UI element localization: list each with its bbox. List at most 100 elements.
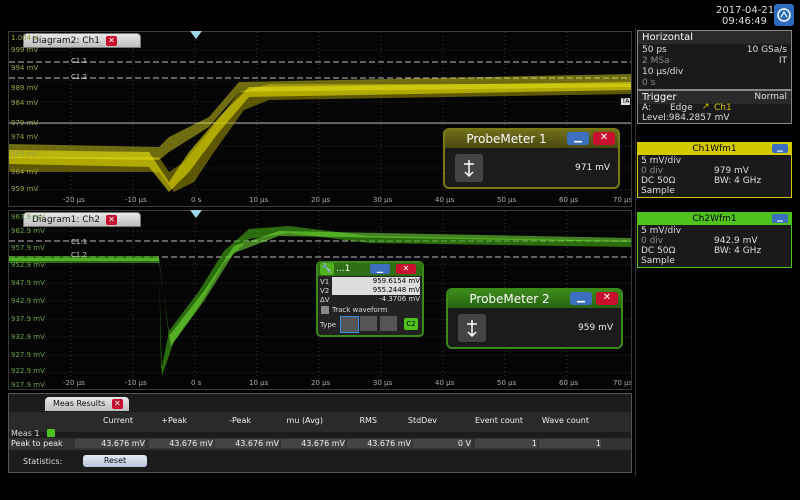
row-label: Peak to peak xyxy=(11,439,63,448)
column-header: Wave count xyxy=(541,416,589,425)
meas-results-tab[interactable]: Meas Results ✕ xyxy=(45,397,129,411)
ch1wfm-scale: 5 mV/div xyxy=(641,156,682,166)
cursor-titlebar[interactable]: 🔧 ...1 ▁ ✕ xyxy=(318,263,422,276)
ch2wfm-coupling: DC 50Ω xyxy=(641,246,676,256)
wrench-icon[interactable]: 🔧 xyxy=(320,263,334,275)
y-label: 989 mV xyxy=(11,84,39,92)
ch1wfm-titlebar[interactable]: Ch1Wfm1 ▁ xyxy=(638,143,791,155)
ch1wfm-bw: BW: 4 GHz xyxy=(714,176,762,186)
diagram1-close-icon[interactable]: ✕ xyxy=(105,215,117,225)
cell-peak-plus: 43.676 mV xyxy=(149,439,213,448)
cursor-label[interactable]: C1.2 xyxy=(71,251,87,259)
probemeter2-minimize-button[interactable]: ▁ xyxy=(570,292,592,305)
track-label: Track waveform xyxy=(332,306,388,314)
probemeter1-minimize-button[interactable]: ▁ xyxy=(567,132,589,145)
time-label: 09:46:49 xyxy=(722,16,767,27)
cell-wave-count: 1 xyxy=(539,439,601,448)
horizontal-scale: 10 µs/div xyxy=(642,67,684,77)
cursor-type-vertical-icon[interactable] xyxy=(340,316,359,333)
cell-stddev: 0 V xyxy=(413,439,471,448)
y-label: 917.9 mV xyxy=(11,381,45,389)
x-label: -20 µs xyxy=(63,379,85,387)
table-row[interactable]: Peak to peak 43.676 mV 43.676 mV 43.676 … xyxy=(9,438,631,450)
x-label: 30 µs xyxy=(373,379,393,387)
horizontal-panel[interactable]: Horizontal 50 ps 10 GSa/s 2 MSa IT 10 µs… xyxy=(637,30,792,90)
horizontal-points: 2 MSa xyxy=(642,56,670,66)
column-header: Event count xyxy=(474,416,523,425)
ch2wfm-bw: BW: 4 GHz xyxy=(714,246,762,256)
ch1wfm-panel[interactable]: Ch1Wfm1 ▁ 5 mV/div 0 div 979 mV DC 50Ω B… xyxy=(637,142,792,198)
meas-results-close-icon[interactable]: ✕ xyxy=(111,399,123,409)
ch2wfm-scale: 5 mV/div xyxy=(641,226,682,236)
meas-results-panel[interactable]: Meas Results ✕ Current +Peak -Peak mu (A… xyxy=(8,393,632,473)
x-label: -10 µs xyxy=(125,196,147,204)
y-label: 969 mV xyxy=(11,150,39,158)
ch1wfm-acq: Sample xyxy=(641,186,675,196)
cursor-type-horizontal-icon[interactable] xyxy=(360,316,377,331)
cursor-close-button[interactable]: ✕ xyxy=(396,264,416,274)
trigger-position-marker-icon[interactable] xyxy=(190,31,202,40)
probemeter2-window[interactable]: ProbeMeter 2 ▁ ✕ 959 mV xyxy=(446,288,623,349)
probemeter2-value: 959 mV xyxy=(578,323,613,333)
cursor-source-badge[interactable]: C2 xyxy=(404,318,418,330)
y-label: 999 mV xyxy=(11,46,39,54)
trigger-position-marker-icon[interactable] xyxy=(190,210,202,219)
cursor-type-both-icon[interactable] xyxy=(380,316,397,331)
probemeter2-close-button[interactable]: ✕ xyxy=(596,292,618,305)
ch2wfm-acq: Sample xyxy=(641,256,675,266)
y-label: 984 mV xyxy=(11,99,39,107)
v2-label: V2 xyxy=(320,287,330,295)
y-label: 964 mV xyxy=(11,168,39,176)
cursor-label[interactable]: C1.1 xyxy=(71,238,87,246)
x-label: 60 µs xyxy=(559,196,579,204)
meas-group-label: Meas 1 xyxy=(11,429,40,438)
y-label: 962.9 mV xyxy=(11,227,45,235)
probe-icon[interactable] xyxy=(455,154,483,182)
probemeter1-window[interactable]: ProbeMeter 1 ▁ ✕ 971 mV xyxy=(443,128,620,189)
cell-current: 43.676 mV xyxy=(75,439,145,448)
ch2wfm-panel[interactable]: Ch2Wfm1 ▁ 5 mV/div 0 div 942.9 mV DC 50Ω… xyxy=(637,212,792,268)
probemeter2-title: ProbeMeter 2 xyxy=(469,292,550,306)
meas-results-tab-label: Meas Results xyxy=(53,399,106,408)
column-header: StdDev xyxy=(407,416,437,425)
x-label: 70 µs xyxy=(613,196,632,204)
cell-event-count: 1 xyxy=(475,439,537,448)
cursor-window[interactable]: 🔧 ...1 ▁ ✕ V1 959.6154 mV V2 955.2448 mV… xyxy=(316,261,424,337)
x-label: 40 µs xyxy=(435,196,455,204)
diagram2-tab[interactable]: Diagram2: Ch1 ✕ xyxy=(23,33,141,48)
track-checkbox[interactable] xyxy=(321,306,329,314)
cursor-label[interactable]: C1.2 xyxy=(71,73,87,81)
x-label: 60 µs xyxy=(559,379,579,387)
x-label: 50 µs xyxy=(497,379,517,387)
y-label: 927.9 mV xyxy=(11,351,45,359)
diagram2-close-icon[interactable]: ✕ xyxy=(105,36,117,46)
ch2wfm-title: Ch2Wfm1 xyxy=(692,214,737,224)
cursor-label[interactable]: C1.1 xyxy=(71,57,87,65)
reset-button[interactable]: Reset xyxy=(83,455,147,467)
probemeter1-close-button[interactable]: ✕ xyxy=(593,132,615,145)
ch2wfm-titlebar[interactable]: Ch2Wfm1 ▁ xyxy=(638,213,791,225)
column-header: -Peak xyxy=(229,416,251,425)
y-label: 967.9 mV xyxy=(11,213,45,221)
cursor-minimize-button[interactable]: ▁ xyxy=(370,264,390,274)
y-label: 974 mV xyxy=(11,133,39,141)
ch1wfm-minimize-button[interactable]: ▁ xyxy=(772,144,788,153)
brand-logo-icon[interactable] xyxy=(774,4,794,26)
ch1wfm-offset: 0 div xyxy=(641,166,664,176)
ch2wfm-minimize-button[interactable]: ▁ xyxy=(772,214,788,223)
v1-value: 959.6154 mV xyxy=(332,277,420,286)
ch1wfm-position: 979 mV xyxy=(714,166,749,176)
meas-enabled-icon[interactable] xyxy=(47,429,55,437)
v1-label: V1 xyxy=(320,278,330,286)
ch1wfm-coupling: DC 50Ω xyxy=(641,176,676,186)
diagram2-tab-label: Diagram2: Ch1 xyxy=(32,36,100,46)
x-label: 0 s xyxy=(191,196,202,204)
statistics-label: Statistics: xyxy=(23,457,63,466)
y-label: 942.9 mV xyxy=(11,297,45,305)
probe-icon[interactable] xyxy=(458,314,486,342)
horizontal-mode: IT xyxy=(778,56,787,66)
ch2wfm-offset: 0 div xyxy=(641,236,664,246)
edge-rising-icon: ↗ xyxy=(702,102,710,112)
trigger-panel[interactable]: Trigger Normal A: Edge ↗ Ch1 Level:984.2… xyxy=(637,90,792,124)
x-label: 50 µs xyxy=(497,196,517,204)
